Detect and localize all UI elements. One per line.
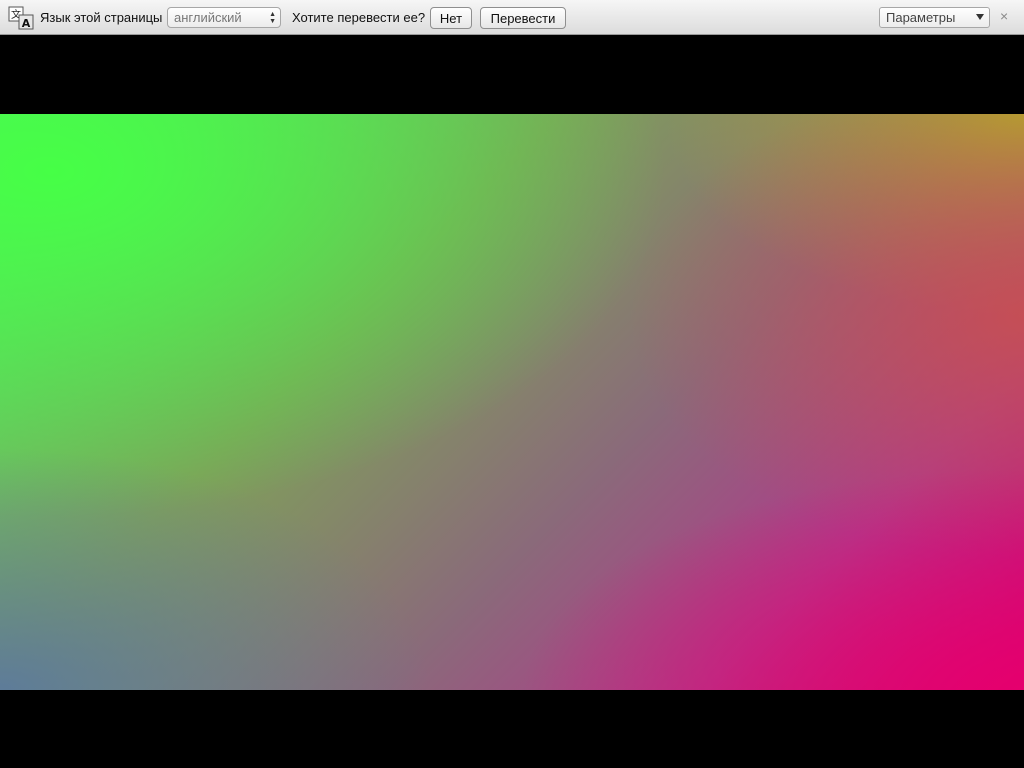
no-button[interactable]: Нет (430, 7, 472, 29)
translate-icon: 文 A (8, 6, 34, 30)
language-select-value: английский (174, 10, 242, 25)
close-icon[interactable]: × (1000, 9, 1008, 23)
page-language-label: Язык этой страницы (40, 10, 163, 25)
select-stepper-icon: ▲ ▼ (269, 11, 276, 25)
translate-button[interactable]: Перевести (480, 7, 566, 29)
color-gradient-image (0, 114, 1024, 690)
options-dropdown[interactable]: Параметры (879, 7, 990, 28)
translate-bar: 文 A Язык этой страницы английский ▲ ▼ Хот… (0, 0, 1024, 35)
options-dropdown-label: Параметры (886, 10, 956, 25)
svg-text:A: A (22, 17, 31, 30)
translate-question-label: Хотите перевести ее? (292, 10, 426, 25)
video-area[interactable] (0, 35, 1024, 768)
language-select[interactable]: английский ▲ ▼ (167, 7, 281, 28)
chevron-down-icon (976, 14, 984, 20)
